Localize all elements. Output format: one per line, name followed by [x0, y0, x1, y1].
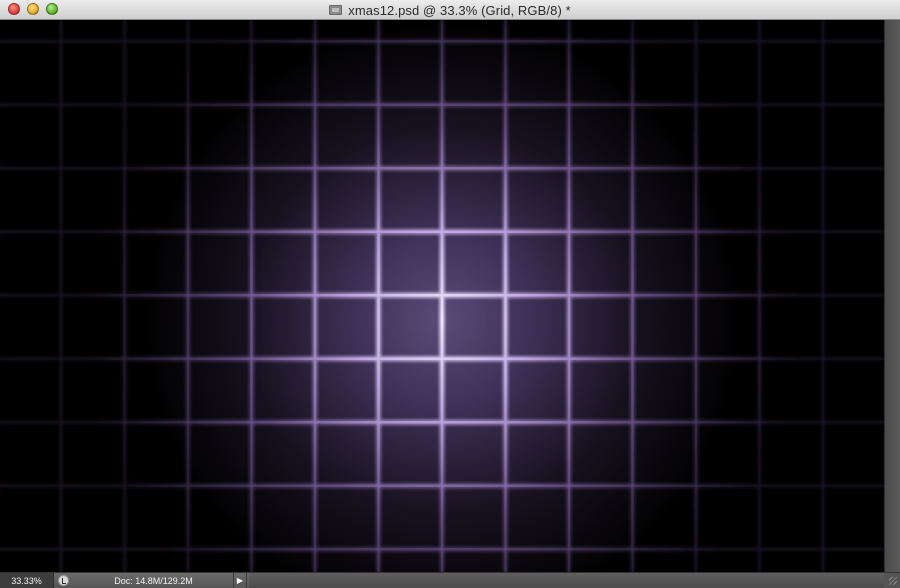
- window-title: xmas12.psd @ 33.3% (Grid, RGB/8) *: [348, 2, 571, 18]
- title-bar[interactable]: xmas12.psd @ 33.3% (Grid, RGB/8) *: [0, 0, 900, 20]
- document-canvas[interactable]: [0, 20, 884, 572]
- document-info[interactable]: Doc: 14.8M/129.2M: [76, 573, 231, 588]
- title-container: xmas12.psd @ 33.3% (Grid, RGB/8) *: [0, 0, 900, 20]
- grid-artwork: [0, 20, 884, 572]
- zoom-level-field[interactable]: 33.33%: [0, 573, 54, 588]
- close-button[interactable]: [8, 3, 20, 15]
- zoom-button[interactable]: [46, 3, 58, 15]
- status-bar: 33.33% Doc: 14.8M/129.2M ▶: [0, 572, 900, 588]
- document-icon: [329, 5, 343, 15]
- resize-grip-icon[interactable]: [884, 573, 900, 588]
- vertical-scrollbar[interactable]: [884, 20, 900, 572]
- minimize-button[interactable]: [27, 3, 39, 15]
- status-info-icon[interactable]: [58, 575, 69, 586]
- zoom-level-text: 33.33%: [11, 575, 42, 586]
- photoshop-document-window: xmas12.psd @ 33.3% (Grid, RGB/8) * 33.33…: [0, 0, 900, 588]
- horizontal-scrollbar[interactable]: [249, 573, 884, 588]
- status-menu-arrow-icon[interactable]: ▶: [233, 573, 247, 588]
- document-size-text: Doc: 14.8M/129.2M: [114, 575, 193, 586]
